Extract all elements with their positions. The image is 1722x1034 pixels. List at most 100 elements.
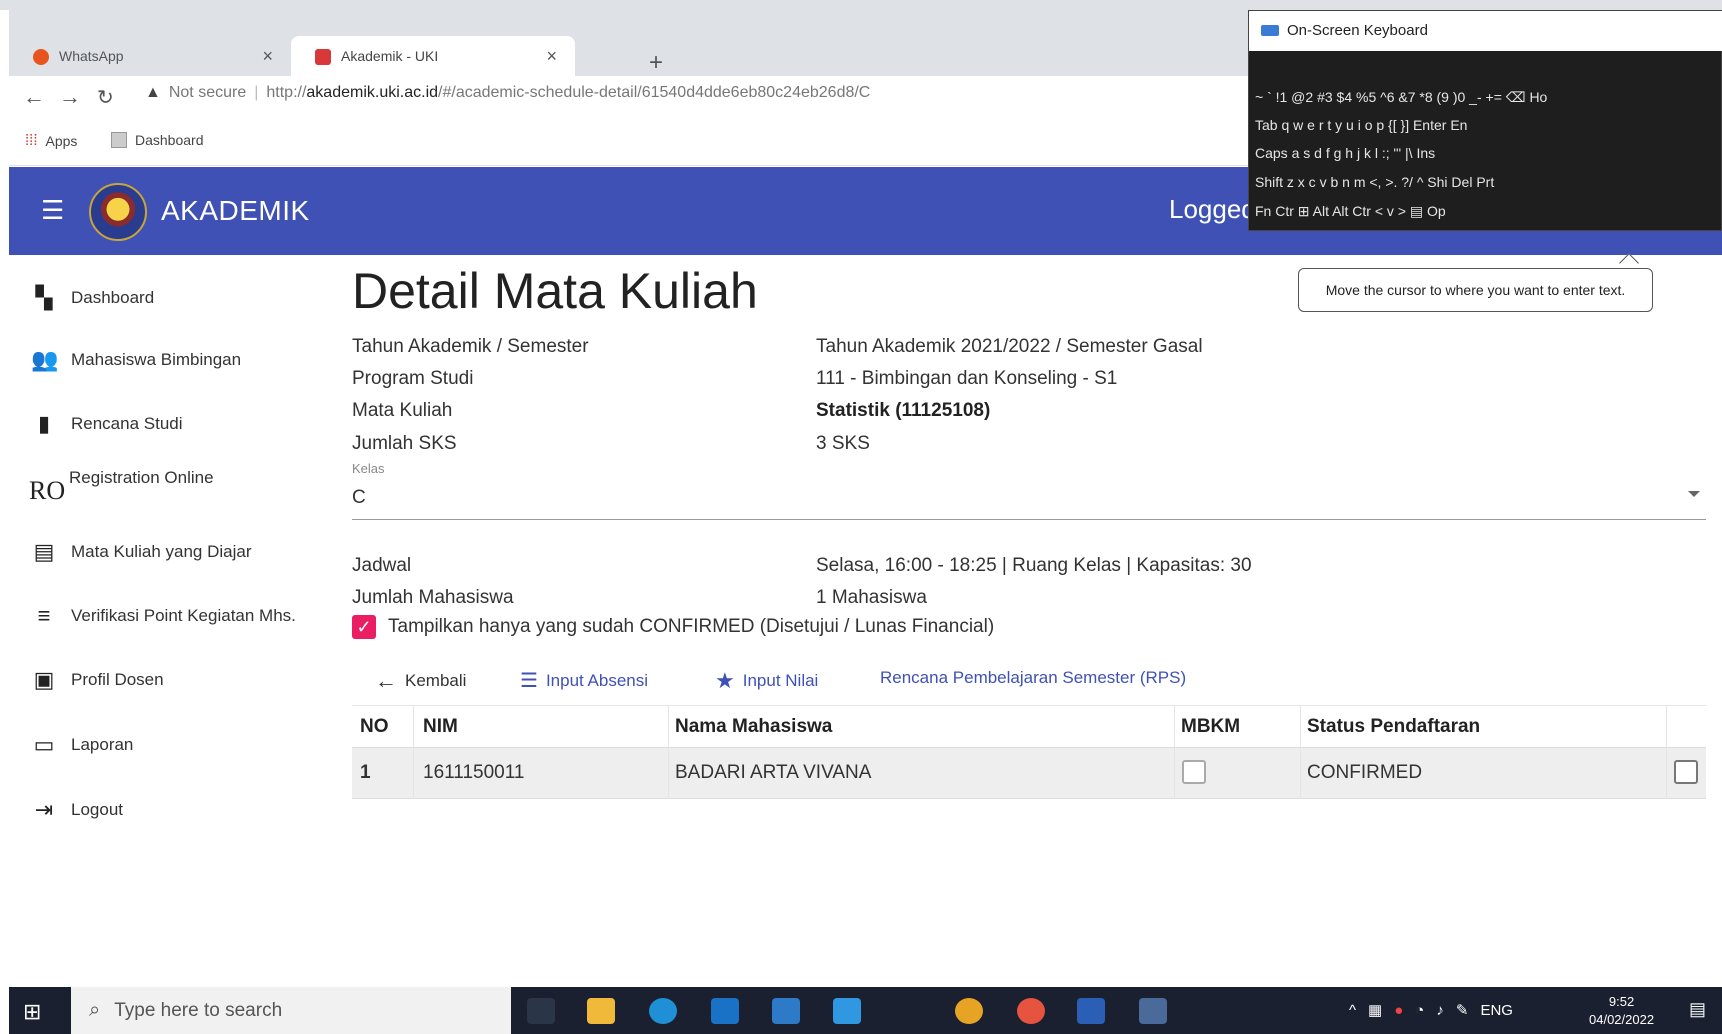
header-status: Status Pendaftaran xyxy=(1307,716,1481,737)
sidebar-item-registration-online[interactable]: RO Registration Online xyxy=(9,464,326,512)
network-icon[interactable]: ▦ xyxy=(1368,1001,1382,1019)
store-icon[interactable] xyxy=(772,998,800,1024)
url-host: akademik.uki.ac.id xyxy=(306,84,439,101)
sidebar-item-verifikasi-point[interactable]: ≡ Verifikasi Point Kegiatan Mhs. xyxy=(9,592,326,640)
page-title: Detail Mata Kuliah xyxy=(352,263,758,319)
field-label-matkul: Mata Kuliah xyxy=(352,400,453,421)
clock[interactable]: 9:52 04/02/2022 xyxy=(1589,993,1654,1029)
field-value-sks: 3 SKS xyxy=(816,433,870,454)
kelas-label: Kelas xyxy=(352,461,385,476)
sidebar-item-logout[interactable]: ⇥ Logout xyxy=(9,786,326,834)
kelas-select[interactable]: C xyxy=(352,487,366,509)
on-screen-keyboard[interactable]: On-Screen Keyboard ~ ` !1 @2 #3 $4 %5 ^6… xyxy=(1248,10,1722,231)
osk-titlebar[interactable]: On-Screen Keyboard xyxy=(1249,11,1722,51)
input-absensi-button[interactable]: ☰ Input Absensi xyxy=(520,668,648,693)
sidebar-item-rencana-studi[interactable]: ▮ Rencana Studi xyxy=(9,400,326,448)
task-view-icon[interactable] xyxy=(527,998,555,1024)
close-tab-icon[interactable]: × xyxy=(262,46,273,67)
osk-row-asdf[interactable]: Caps a s d f g h j k l :; "' |\ Ins xyxy=(1255,145,1435,161)
bookmark-dashboard[interactable]: Dashboard xyxy=(111,132,204,148)
on-screen-keyboard-icon[interactable] xyxy=(1139,998,1167,1024)
cell-no: 1 xyxy=(360,762,371,783)
apps-grid-icon: ⁞⁞⁞ xyxy=(25,132,38,149)
close-tab-icon[interactable]: × xyxy=(546,46,557,67)
tab-whatsapp[interactable]: WhatsApp × xyxy=(9,36,291,76)
osk-row-modifiers[interactable]: Fn Ctr ⊞ Alt Alt Ctr < v > ▤ Op xyxy=(1255,203,1446,220)
clock-time: 9:52 xyxy=(1608,994,1635,1009)
tab-akademik[interactable]: Akademik - UKI × xyxy=(291,36,575,76)
chevron-up-icon[interactable]: ^ xyxy=(1349,1002,1356,1019)
tab-title: Akademik - UKI xyxy=(341,48,439,64)
osk-row-zxcv[interactable]: Shift z x c v b n m <, >. ?/ ^ Shi Del P… xyxy=(1255,174,1494,190)
edge-icon[interactable] xyxy=(649,998,677,1024)
security-label: Not secure xyxy=(168,84,247,101)
input-nilai-button[interactable]: ★ Input Nilai xyxy=(715,668,818,694)
playlist-check-icon: ≡ xyxy=(37,603,51,628)
confirmed-filter[interactable]: ✓ Tampilkan hanya yang sudah CONFIRMED (… xyxy=(352,615,994,639)
keyboard-icon xyxy=(1261,25,1279,36)
absensi-label: Input Absensi xyxy=(545,670,649,690)
file-explorer-icon[interactable] xyxy=(587,998,615,1024)
sidebar-item-profil-dosen[interactable]: ▣ Profil Dosen xyxy=(9,656,326,704)
column-divider xyxy=(413,705,414,799)
search-placeholder: Type here to search xyxy=(114,999,283,1021)
sidebar-item-laporan[interactable]: ▭ Laporan xyxy=(9,721,326,769)
antivirus-icon[interactable]: ● xyxy=(1394,1002,1403,1019)
windows-start-icon[interactable]: ⊞ xyxy=(23,999,41,1025)
header-no: NO xyxy=(360,716,389,737)
bookmark-label: Dashboard xyxy=(135,132,204,148)
field-value-jumlah-mhs: 1 Mahasiswa xyxy=(816,587,927,608)
header-nim: NIM xyxy=(423,716,458,737)
book-icon: ▮ xyxy=(37,411,51,436)
ro-text-icon: RO xyxy=(29,476,66,505)
library-books-icon: ▤ xyxy=(33,539,55,564)
menu-icon[interactable]: ☰ xyxy=(41,195,64,226)
logged-in-label: Logged xyxy=(1169,194,1256,224)
forward-arrow-icon[interactable]: → xyxy=(59,84,81,110)
osk-tooltip: Move the cursor to where you want to ent… xyxy=(1298,268,1653,312)
star-icon: ★ xyxy=(715,668,735,693)
sidebar-item-mahasiswa-bimbingan[interactable]: 👥 Mahasiswa Bimbingan xyxy=(9,336,326,384)
cell-status: CONFIRMED xyxy=(1307,762,1423,783)
new-tab-button[interactable]: + xyxy=(649,49,663,77)
vpn-icon[interactable] xyxy=(955,998,983,1024)
table-header: NO NIM Nama Mahasiswa MBKM Status Pendaf… xyxy=(352,705,1706,748)
back-button[interactable]: ← Kembali xyxy=(375,668,466,694)
volume-icon[interactable]: ♪ xyxy=(1436,1002,1444,1019)
word-icon[interactable] xyxy=(1077,998,1105,1024)
bookmarks-bar: ⁞⁞⁞ Apps Dashboard xyxy=(9,122,1249,166)
arrow-left-icon: ← xyxy=(375,668,397,693)
field-value-prodi: 111 - Bimbingan dan Konseling - S1 xyxy=(816,368,1118,389)
wifi-icon[interactable]: ◔ xyxy=(1415,1002,1424,1019)
osk-row-numbers[interactable]: ~ ` !1 @2 #3 $4 %5 ^6 &7 *8 (9 )0 _- += … xyxy=(1255,89,1547,106)
people-icon: 👥 xyxy=(31,347,59,372)
osk-row-qwerty[interactable]: Tab q w e r t y u i o p {[ }] Enter En xyxy=(1255,117,1467,133)
pen-icon[interactable]: ✎ xyxy=(1456,1001,1469,1019)
cell-nim: 1611150011 xyxy=(423,762,525,783)
osk-title: On-Screen Keyboard xyxy=(1287,22,1428,39)
notifications-icon[interactable]: ▤ xyxy=(1689,999,1706,1020)
field-label-jadwal: Jadwal xyxy=(352,555,412,576)
mail-icon[interactable] xyxy=(711,998,739,1024)
reload-icon[interactable]: ↻ xyxy=(97,85,114,110)
sidebar-item-mata-kuliah-diajar[interactable]: ▤ Mata Kuliah yang Diajar xyxy=(9,528,326,576)
sidebar-item-dashboard[interactable]: ▚ Dashboard xyxy=(9,274,326,322)
sidebar-item-label: Mahasiswa Bimbingan xyxy=(71,350,242,369)
chrome-icon[interactable] xyxy=(1017,998,1045,1024)
table-row[interactable]: 1 1611150011 BADARI ARTA VIVANA CONFIRME… xyxy=(352,748,1706,799)
column-divider xyxy=(1174,705,1175,799)
sidebar-item-label: Mata Kuliah yang Diajar xyxy=(71,542,252,561)
rps-button[interactable]: Rencana Pembelajaran Semester (RPS) xyxy=(880,668,1186,688)
taskbar-search[interactable]: ⌕ Type here to search xyxy=(71,987,511,1034)
url-field[interactable]: ▲ Not secure | http://akademik.uki.ac.id… xyxy=(145,84,870,102)
mbkm-checkbox[interactable] xyxy=(1182,760,1206,784)
l-app-icon[interactable] xyxy=(833,998,861,1024)
dropdown-caret-icon[interactable] xyxy=(1688,491,1700,497)
search-icon: ⌕ xyxy=(89,999,101,1021)
uki-logo xyxy=(89,183,147,241)
bookmark-apps[interactable]: ⁞⁞⁞ Apps xyxy=(25,132,77,149)
back-arrow-icon[interactable]: ← xyxy=(23,84,45,110)
row-select-checkbox[interactable] xyxy=(1674,760,1698,784)
confirmed-checkbox[interactable]: ✓ xyxy=(352,615,376,639)
language-indicator[interactable]: ENG xyxy=(1480,1002,1513,1019)
